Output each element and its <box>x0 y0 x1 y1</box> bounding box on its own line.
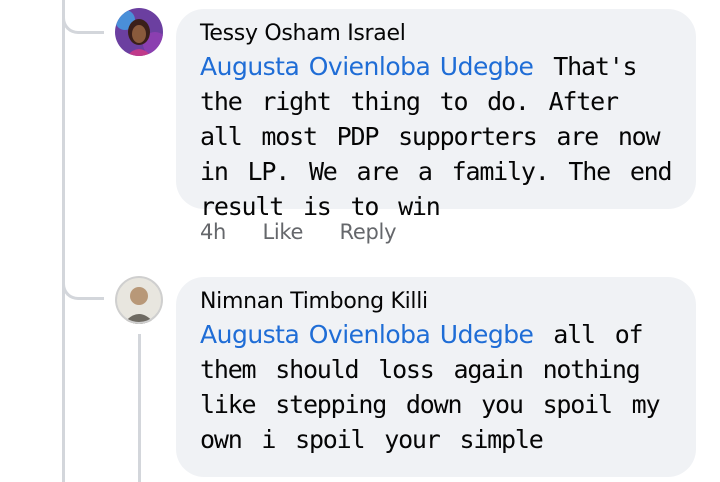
reply-connector <box>62 264 104 300</box>
like-button[interactable]: Like <box>262 220 303 244</box>
avatar[interactable] <box>115 276 163 324</box>
comment-text: Augusta Ovienloba Udegbe That's the righ… <box>200 49 673 224</box>
reply-button[interactable]: Reply <box>340 220 397 244</box>
comment-bubble: Nimnan Timbong Killi Augusta Ovienloba U… <box>176 277 696 477</box>
comment-text: Augusta Ovienloba Udegbe all of them sho… <box>200 317 672 457</box>
comment-actions: 4h Like Reply <box>200 220 426 244</box>
comment-author[interactable]: Tessy Osham Israel <box>200 19 672 49</box>
mention-link[interactable]: Augusta Ovienloba Udegbe <box>200 320 534 349</box>
mention-link[interactable]: Augusta Ovienloba Udegbe <box>200 52 534 81</box>
comment-bubble: Tessy Osham Israel Augusta Ovienloba Ude… <box>176 9 696 221</box>
thread-line-outer <box>62 0 65 482</box>
avatar[interactable] <box>115 8 163 56</box>
thread-line-inner <box>138 334 141 482</box>
comment-author[interactable]: Nimnan Timbong Killi <box>200 287 672 317</box>
comment-timestamp[interactable]: 4h <box>200 220 226 244</box>
reply-connector <box>62 0 104 34</box>
